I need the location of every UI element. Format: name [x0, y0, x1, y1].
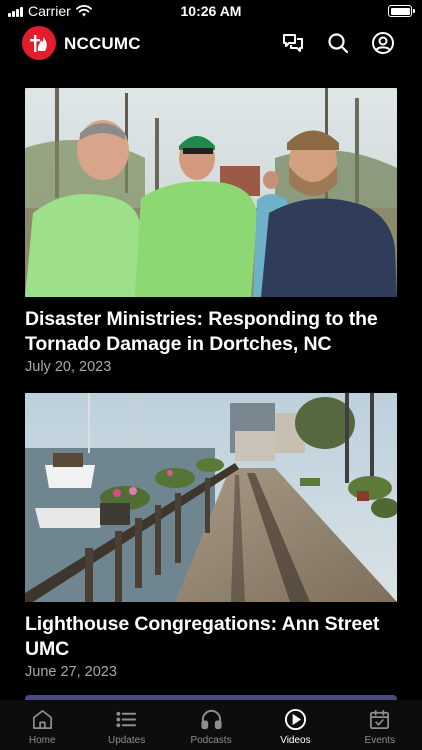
tab-videos[interactable]: Videos — [253, 700, 337, 750]
chat-icon — [283, 34, 303, 52]
calendar-icon — [370, 710, 390, 729]
video-thumbnail[interactable] — [25, 88, 397, 297]
status-bar: Carrier 10:26 AM — [0, 0, 422, 22]
tab-label: Events — [364, 735, 396, 746]
list-icon — [116, 711, 137, 728]
tab-home[interactable]: Home — [0, 700, 84, 750]
tab-label: Home — [28, 735, 56, 746]
home-icon — [32, 710, 52, 729]
tab-events[interactable]: Events — [338, 700, 422, 750]
headphones-icon — [200, 709, 222, 730]
methodist-cross-flame-icon[interactable] — [22, 26, 56, 60]
tab-label: Updates — [107, 735, 146, 746]
app-header: NCCUMC — [0, 26, 422, 62]
status-time: 10:26 AM — [180, 3, 242, 19]
video-title[interactable]: Disaster Ministries: Responding to the T… — [25, 307, 397, 357]
chat-button[interactable] — [280, 30, 306, 56]
video-date: June 27, 2023 — [25, 664, 117, 680]
tab-updates[interactable]: Updates — [84, 700, 168, 750]
search-icon — [328, 33, 349, 54]
play-circle-icon — [284, 708, 306, 731]
tab-podcasts[interactable]: Podcasts — [169, 700, 253, 750]
video-card[interactable]: Lighthouse Congregations: Ann Street UMC… — [25, 393, 397, 680]
app-title: NCCUMC — [64, 34, 141, 53]
battery-icon — [388, 5, 415, 17]
account-button[interactable] — [370, 30, 396, 56]
account-icon — [372, 32, 394, 54]
search-button[interactable] — [325, 30, 351, 56]
tab-label: Podcasts — [190, 735, 232, 746]
tab-label: Videos — [280, 735, 311, 746]
video-date: July 20, 2023 — [25, 359, 112, 375]
video-thumbnail[interactable] — [25, 393, 397, 602]
video-card[interactable]: Disaster Ministries: Responding to the T… — [25, 88, 397, 375]
video-title[interactable]: Lighthouse Congregations: Ann Street UMC — [25, 612, 397, 662]
tab-bar: Home Updates Podcasts Videos Events — [0, 700, 422, 750]
video-feed: Disaster Ministries: Responding to the T… — [25, 88, 397, 698]
